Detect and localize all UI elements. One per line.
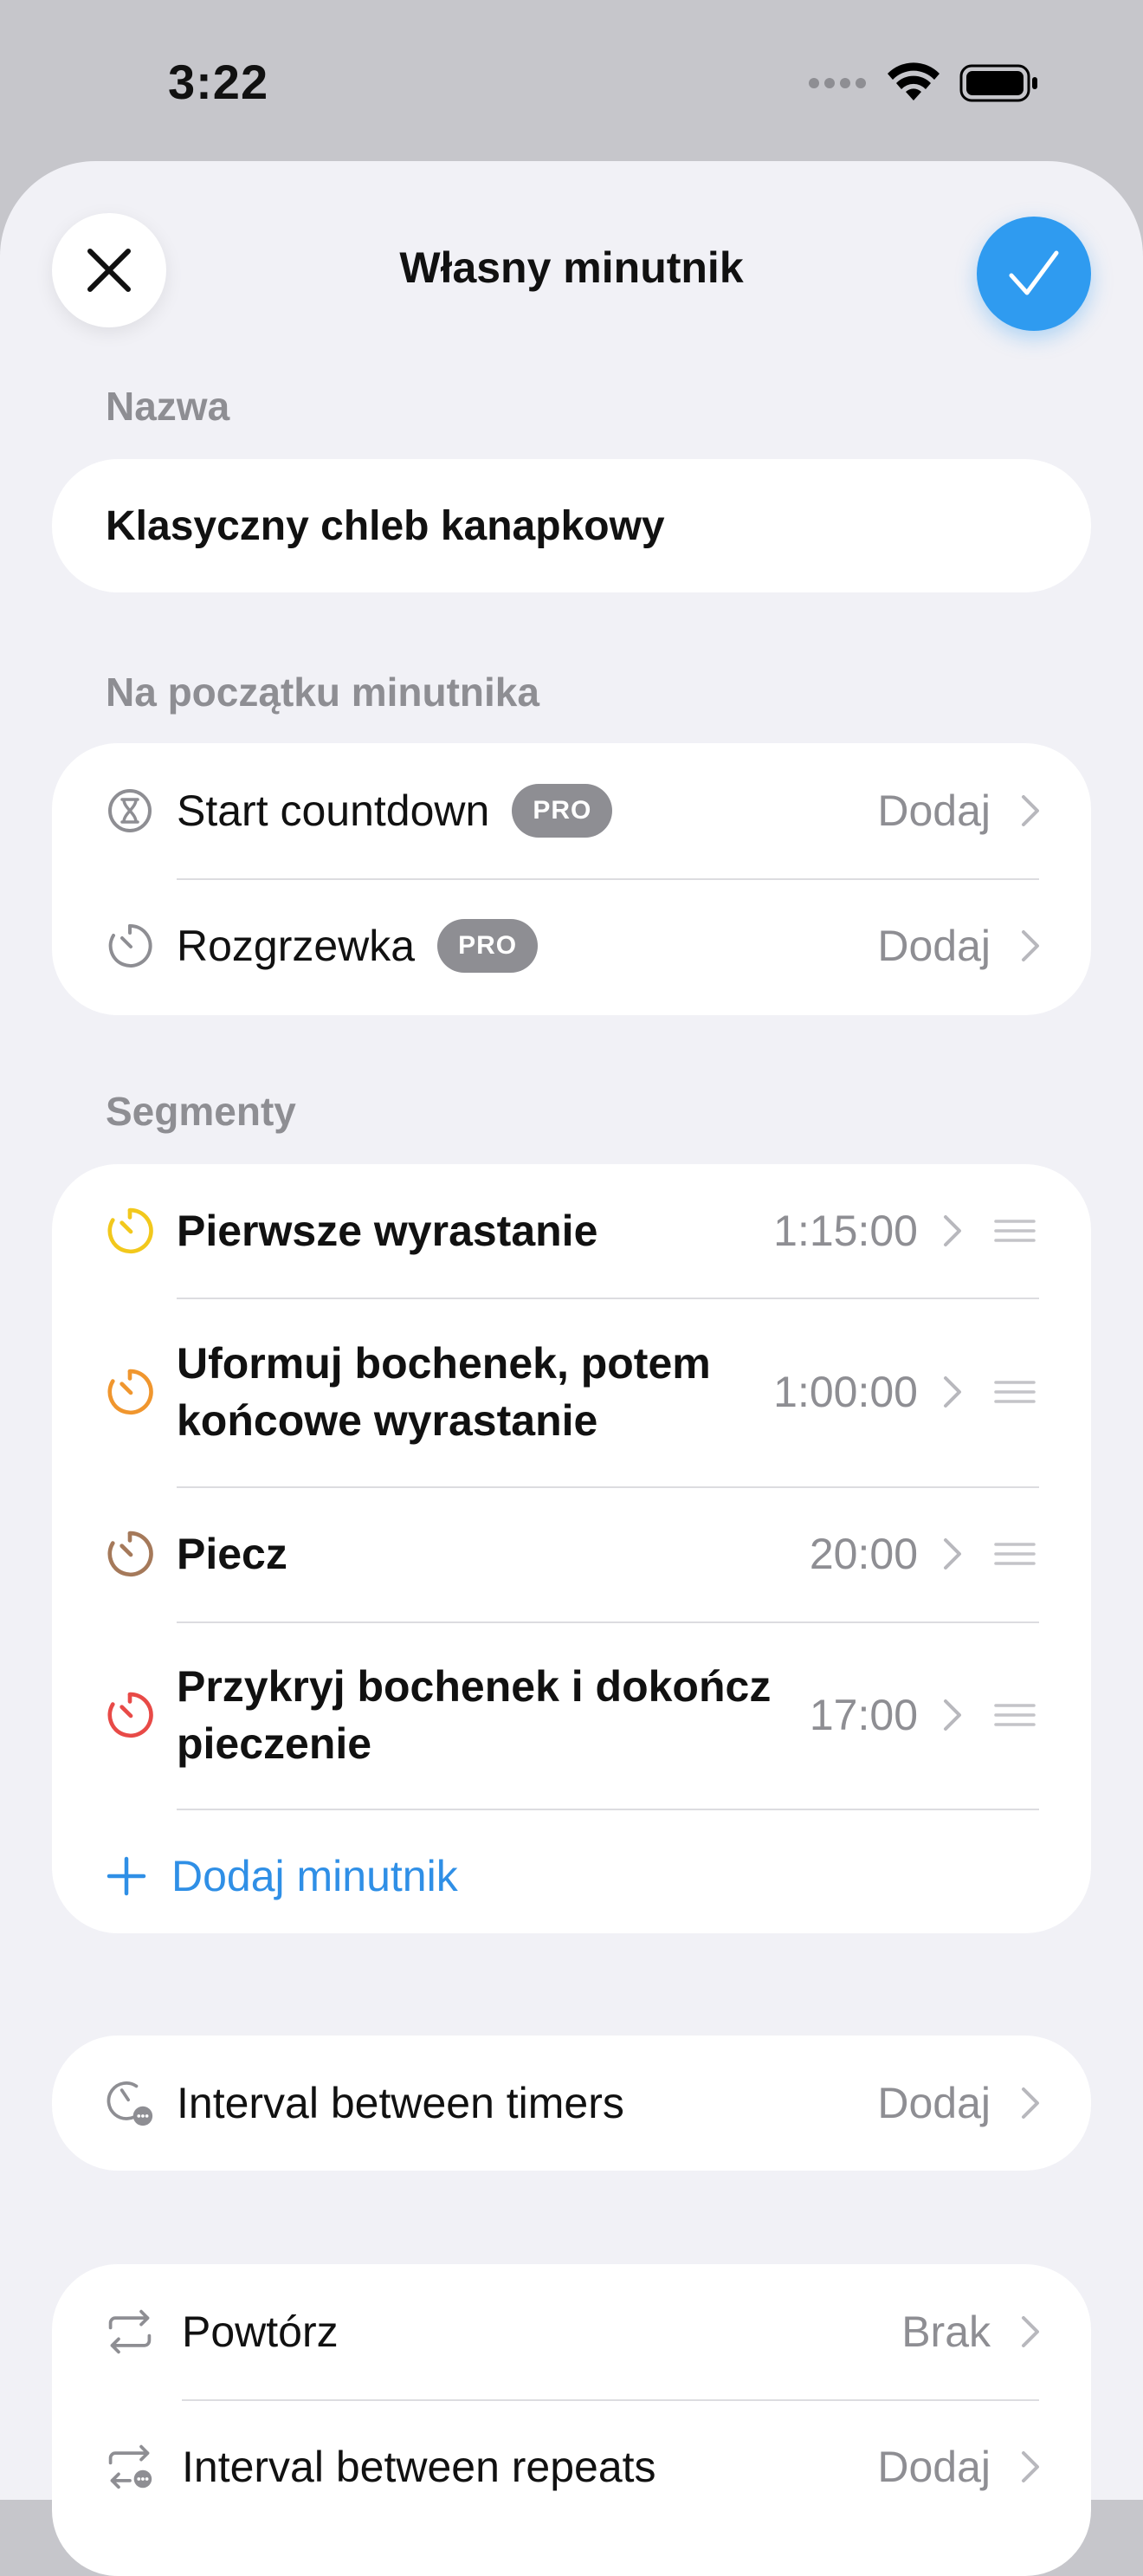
- start-section-card: Start countdown PRO Dodaj Rozgrzewka PRO…: [52, 743, 1091, 1015]
- interval-between-repeats-label: Interval between repeats: [182, 2443, 656, 2491]
- segment-label: Przykryj bochenek i dokończ pieczenie: [177, 1662, 772, 1768]
- repeat-value: Brak: [901, 2307, 991, 2356]
- checkmark-icon: [1009, 250, 1059, 295]
- interval-card: Interval between timers Dodaj: [52, 2036, 1091, 2171]
- timer-icon: [107, 1692, 153, 1738]
- segment-duration: 20:00: [809, 1530, 918, 1578]
- warmup-value: Dodaj: [877, 922, 991, 970]
- chevron-right-icon: [944, 1215, 961, 1246]
- repeat-row[interactable]: Powtórz Brak: [52, 2264, 1091, 2399]
- segment-duration: 1:00:00: [773, 1368, 918, 1416]
- segment-row[interactable]: Uformuj bochenek, potem końcowe wyrastan…: [52, 1298, 1091, 1486]
- warmup-row[interactable]: Rozgrzewka PRO Dodaj: [52, 878, 1091, 1013]
- add-timer-label: Dodaj minutnik: [171, 1852, 458, 1900]
- chevron-right-icon: [1022, 2316, 1039, 2347]
- chevron-right-icon: [944, 1376, 961, 1408]
- hourglass-icon: [106, 786, 154, 835]
- repeat-icon: [106, 2307, 154, 2356]
- chevron-right-icon: [944, 1699, 961, 1731]
- plus-icon: [107, 1856, 146, 1896]
- timer-icon: [107, 1531, 153, 1577]
- segments-card: Pierwsze wyrastanie 1:15:00 Uformuj boch…: [52, 1164, 1091, 1933]
- timer-pause-icon: [106, 2079, 154, 2127]
- repeat-label: Powtórz: [182, 2307, 339, 2356]
- custom-timer-sheet: Własny minutnik Nazwa Klasyczny chleb ka…: [0, 161, 1143, 2576]
- page-title: Własny minutnik: [399, 243, 744, 292]
- drag-handle-icon[interactable]: [994, 1541, 1036, 1567]
- timer-icon: [107, 1369, 153, 1415]
- chevron-right-icon: [1022, 2451, 1039, 2482]
- status-time: 3:22: [168, 55, 269, 109]
- interval-between-timers-label: Interval between timers: [177, 2079, 624, 2127]
- timer-icon: [107, 1207, 153, 1254]
- chevron-right-icon: [1022, 2087, 1039, 2119]
- interval-between-repeats-value: Dodaj: [877, 2443, 991, 2491]
- chevron-right-icon: [1022, 795, 1039, 826]
- start-countdown-row[interactable]: Start countdown PRO Dodaj: [52, 743, 1091, 878]
- chevron-right-icon: [1022, 930, 1039, 961]
- add-timer-button[interactable]: Dodaj minutnik: [52, 1809, 1091, 1944]
- name-section-label: Nazwa: [106, 384, 230, 429]
- name-field[interactable]: Klasyczny chleb kanapkowy: [52, 459, 1091, 592]
- wifi-icon: [888, 62, 940, 100]
- interval-between-timers-value: Dodaj: [877, 2079, 991, 2127]
- signal-icon: [809, 78, 866, 88]
- segments-section-label: Segmenty: [106, 1089, 296, 1134]
- start-countdown-value: Dodaj: [877, 786, 991, 835]
- repeat-card: Powtórz Brak Interval between repeats Do…: [52, 2264, 1091, 2576]
- drag-handle-icon[interactable]: [994, 1379, 1036, 1405]
- start-section-label: Na początku minutnika: [106, 670, 539, 715]
- segment-row[interactable]: Piecz 20:00: [52, 1486, 1091, 1621]
- chevron-right-icon: [944, 1538, 961, 1570]
- warmup-label: Rozgrzewka: [177, 922, 416, 970]
- segment-row[interactable]: Przykryj bochenek i dokończ pieczenie 17…: [52, 1621, 1091, 1809]
- segment-label: Pierwsze wyrastanie: [177, 1207, 598, 1255]
- status-bar: 3:22: [0, 0, 1143, 165]
- interval-between-repeats-row[interactable]: Interval between repeats Dodaj: [52, 2399, 1091, 2534]
- segment-duration: 17:00: [809, 1691, 918, 1739]
- segment-row[interactable]: Pierwsze wyrastanie 1:15:00: [52, 1164, 1091, 1298]
- name-value: Klasyczny chleb kanapkowy: [106, 502, 665, 549]
- segment-label: Uformuj bochenek, potem końcowe wyrastan…: [177, 1339, 711, 1445]
- start-countdown-label: Start countdown: [177, 786, 490, 835]
- timer-icon: [106, 922, 154, 970]
- segment-label: Piecz: [177, 1530, 287, 1578]
- drag-handle-icon[interactable]: [994, 1218, 1036, 1244]
- pro-badge: PRO: [437, 919, 539, 973]
- drag-handle-icon[interactable]: [994, 1702, 1036, 1728]
- segment-duration: 1:15:00: [773, 1207, 918, 1255]
- battery-icon: [959, 64, 1037, 102]
- status-indicators: [807, 62, 1039, 104]
- confirm-button[interactable]: [977, 217, 1091, 331]
- pro-badge: PRO: [512, 784, 613, 838]
- interval-between-timers-row[interactable]: Interval between timers Dodaj: [52, 2036, 1091, 2171]
